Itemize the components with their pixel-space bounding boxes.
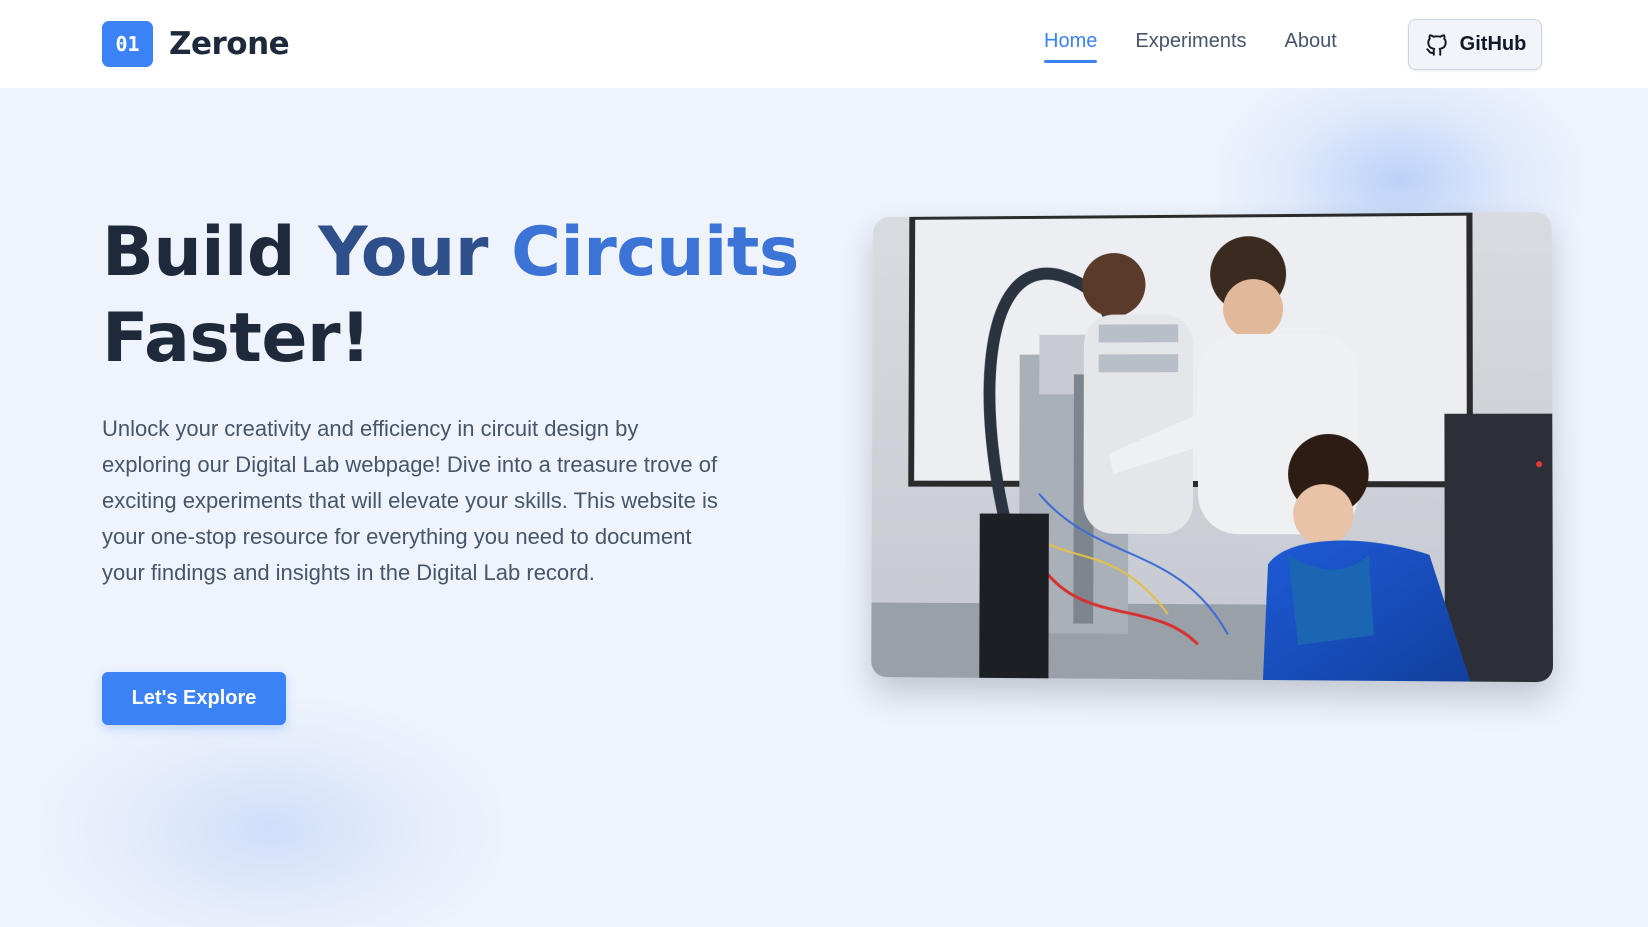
github-label: GitHub bbox=[1460, 33, 1527, 56]
hero-title-your: Your bbox=[318, 213, 511, 292]
hero-title-faster: Faster! bbox=[102, 299, 371, 378]
github-button[interactable]: GitHub bbox=[1408, 19, 1542, 70]
lab-photo-illustration bbox=[871, 212, 1553, 682]
site-header: 01 Zerone Home Experiments About GitHub bbox=[0, 0, 1648, 88]
hero-title-build: Build bbox=[102, 213, 318, 292]
hero-image bbox=[871, 212, 1553, 682]
main-nav: Home Experiments About bbox=[1044, 30, 1375, 63]
github-icon bbox=[1424, 32, 1450, 58]
logo-mark: 01 bbox=[102, 21, 153, 67]
hero-title-circuits: Circuits bbox=[511, 213, 799, 292]
brand-name: Zerone bbox=[169, 26, 289, 62]
background-glow-bottom bbox=[40, 700, 500, 927]
nav-item-experiments[interactable]: Experiments bbox=[1135, 30, 1246, 63]
nav-item-about[interactable]: About bbox=[1285, 30, 1337, 63]
nav-item-home[interactable]: Home bbox=[1044, 30, 1097, 63]
lets-explore-button[interactable]: Let's Explore bbox=[102, 672, 286, 725]
hero-title: Build Your Circuits Faster! bbox=[102, 210, 799, 382]
hero-description: Unlock your creativity and efficiency in… bbox=[102, 411, 722, 591]
brand-logo[interactable]: 01 Zerone bbox=[102, 21, 289, 67]
